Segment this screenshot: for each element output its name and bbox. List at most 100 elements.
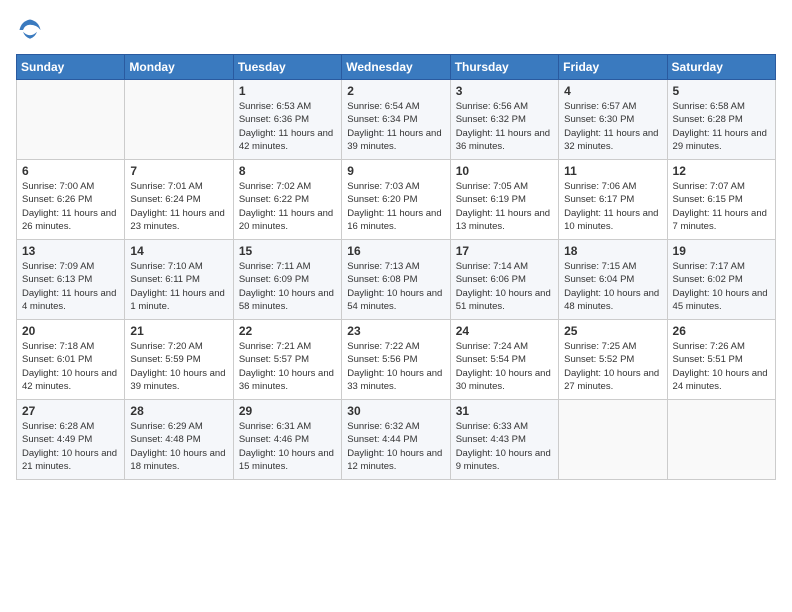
- day-info: Sunrise: 7:10 AM Sunset: 6:11 PM Dayligh…: [130, 260, 227, 313]
- logo: [16, 16, 48, 44]
- day-number: 10: [456, 164, 553, 178]
- calendar-cell: 22 Sunrise: 7:21 AM Sunset: 5:57 PM Dayli…: [233, 320, 341, 400]
- day-number: 12: [673, 164, 770, 178]
- day-number: 20: [22, 324, 119, 338]
- day-number: 3: [456, 84, 553, 98]
- calendar-cell: 9Sunrise: 7:03 AM Sunset: 6:20 PM Daylig…: [342, 160, 450, 240]
- day-info: Sunrise: 7:26 AM Sunset: 5:51 PM Dayligh…: [673, 340, 770, 393]
- week-row-3: 13 Sunrise: 7:09 AM Sunset: 6:13 PM Dayli…: [17, 240, 776, 320]
- day-number: 24: [456, 324, 553, 338]
- calendar-cell: 19Sunrise: 7:17 AM Sunset: 6:02 PM Dayli…: [667, 240, 775, 320]
- calendar-cell: 30 Sunrise: 6:32 AM Sunset: 4:44 PM Dayli…: [342, 400, 450, 480]
- day-info: Sunrise: 7:05 AM Sunset: 6:19 PM Dayligh…: [456, 180, 553, 233]
- day-number: 25: [564, 324, 661, 338]
- calendar-table: SundayMondayTuesdayWednesdayThursdayFrid…: [16, 54, 776, 480]
- day-info: Sunrise: 7:18 AM Sunset: 6:01 PM Dayligh…: [22, 340, 119, 393]
- calendar-cell: 28Sunrise: 6:29 AM Sunset: 4:48 PM Dayli…: [125, 400, 233, 480]
- calendar-cell: 1 Sunrise: 6:53 AM Sunset: 6:36 PM Daylig…: [233, 80, 341, 160]
- day-number: 27: [22, 404, 119, 418]
- day-info: Sunrise: 7:07 AM Sunset: 6:15 PM Dayligh…: [673, 180, 770, 233]
- logo-icon: [16, 16, 44, 44]
- day-info: Sunrise: 6:57 AM Sunset: 6:30 PM Dayligh…: [564, 100, 661, 153]
- day-number: 16: [347, 244, 444, 258]
- day-number: 21: [130, 324, 227, 338]
- day-number: 14: [130, 244, 227, 258]
- day-info: Sunrise: 7:21 AM Sunset: 5:57 PM Dayligh…: [239, 340, 336, 393]
- day-info: Sunrise: 7:24 AM Sunset: 5:54 PM Dayligh…: [456, 340, 553, 393]
- day-header-friday: Friday: [559, 55, 667, 80]
- day-number: 17: [456, 244, 553, 258]
- calendar-cell: 6 Sunrise: 7:00 AM Sunset: 6:26 PM Daylig…: [17, 160, 125, 240]
- day-number: 22: [239, 324, 336, 338]
- day-number: 11: [564, 164, 661, 178]
- day-info: Sunrise: 7:00 AM Sunset: 6:26 PM Dayligh…: [22, 180, 119, 233]
- day-number: 31: [456, 404, 553, 418]
- week-row-5: 27 Sunrise: 6:28 AM Sunset: 4:49 PM Dayli…: [17, 400, 776, 480]
- day-info: Sunrise: 7:11 AM Sunset: 6:09 PM Dayligh…: [239, 260, 336, 313]
- day-info: Sunrise: 7:03 AM Sunset: 6:20 PM Dayligh…: [347, 180, 444, 233]
- day-header-sunday: Sunday: [17, 55, 125, 80]
- day-info: Sunrise: 7:15 AM Sunset: 6:04 PM Dayligh…: [564, 260, 661, 313]
- day-info: Sunrise: 6:56 AM Sunset: 6:32 PM Dayligh…: [456, 100, 553, 153]
- calendar-cell: 12 Sunrise: 7:07 AM Sunset: 6:15 PM Dayli…: [667, 160, 775, 240]
- calendar-cell: 31 Sunrise: 6:33 AM Sunset: 4:43 PM Dayli…: [450, 400, 558, 480]
- day-header-thursday: Thursday: [450, 55, 558, 80]
- day-info: Sunrise: 7:02 AM Sunset: 6:22 PM Dayligh…: [239, 180, 336, 233]
- calendar-cell: [125, 80, 233, 160]
- calendar-cell: 24 Sunrise: 7:24 AM Sunset: 5:54 PM Dayli…: [450, 320, 558, 400]
- day-number: 5: [673, 84, 770, 98]
- day-number: 29: [239, 404, 336, 418]
- day-info: Sunrise: 7:01 AM Sunset: 6:24 PM Dayligh…: [130, 180, 227, 233]
- day-number: 30: [347, 404, 444, 418]
- day-info: Sunrise: 7:20 AM Sunset: 5:59 PM Dayligh…: [130, 340, 227, 393]
- calendar-cell: 5 Sunrise: 6:58 AM Sunset: 6:28 PM Daylig…: [667, 80, 775, 160]
- calendar-cell: 17Sunrise: 7:14 AM Sunset: 6:06 PM Dayli…: [450, 240, 558, 320]
- calendar-cell: 8 Sunrise: 7:02 AM Sunset: 6:22 PM Daylig…: [233, 160, 341, 240]
- calendar-cell: 21 Sunrise: 7:20 AM Sunset: 5:59 PM Dayli…: [125, 320, 233, 400]
- calendar-cell: 11 Sunrise: 7:06 AM Sunset: 6:17 PM Dayli…: [559, 160, 667, 240]
- day-info: Sunrise: 7:06 AM Sunset: 6:17 PM Dayligh…: [564, 180, 661, 233]
- calendar-cell: 13 Sunrise: 7:09 AM Sunset: 6:13 PM Dayli…: [17, 240, 125, 320]
- day-number: 2: [347, 84, 444, 98]
- day-number: 15: [239, 244, 336, 258]
- day-info: Sunrise: 6:31 AM Sunset: 4:46 PM Dayligh…: [239, 420, 336, 473]
- calendar-cell: 16 Sunrise: 7:13 AM Sunset: 6:08 PM Dayli…: [342, 240, 450, 320]
- calendar-cell: 15 Sunrise: 7:11 AM Sunset: 6:09 PM Dayli…: [233, 240, 341, 320]
- day-info: Sunrise: 6:53 AM Sunset: 6:36 PM Dayligh…: [239, 100, 336, 153]
- day-info: Sunrise: 7:17 AM Sunset: 6:02 PM Dayligh…: [673, 260, 770, 313]
- week-row-4: 20 Sunrise: 7:18 AM Sunset: 6:01 PM Dayli…: [17, 320, 776, 400]
- week-row-1: 1 Sunrise: 6:53 AM Sunset: 6:36 PM Daylig…: [17, 80, 776, 160]
- calendar-cell: 20 Sunrise: 7:18 AM Sunset: 6:01 PM Dayli…: [17, 320, 125, 400]
- day-header-saturday: Saturday: [667, 55, 775, 80]
- day-info: Sunrise: 6:28 AM Sunset: 4:49 PM Dayligh…: [22, 420, 119, 473]
- day-info: Sunrise: 7:09 AM Sunset: 6:13 PM Dayligh…: [22, 260, 119, 313]
- day-header-tuesday: Tuesday: [233, 55, 341, 80]
- day-number: 8: [239, 164, 336, 178]
- day-number: 23: [347, 324, 444, 338]
- calendar-cell: 10 Sunrise: 7:05 AM Sunset: 6:19 PM Dayli…: [450, 160, 558, 240]
- day-header-monday: Monday: [125, 55, 233, 80]
- calendar-cell: 25 Sunrise: 7:25 AM Sunset: 5:52 PM Dayli…: [559, 320, 667, 400]
- calendar-cell: 2 Sunrise: 6:54 AM Sunset: 6:34 PM Daylig…: [342, 80, 450, 160]
- day-info: Sunrise: 7:25 AM Sunset: 5:52 PM Dayligh…: [564, 340, 661, 393]
- day-number: 6: [22, 164, 119, 178]
- calendar-cell: 7Sunrise: 7:01 AM Sunset: 6:24 PM Daylig…: [125, 160, 233, 240]
- calendar-cell: [559, 400, 667, 480]
- day-header-wednesday: Wednesday: [342, 55, 450, 80]
- calendar-cell: 18 Sunrise: 7:15 AM Sunset: 6:04 PM Dayli…: [559, 240, 667, 320]
- calendar-cell: 23Sunrise: 7:22 AM Sunset: 5:56 PM Dayli…: [342, 320, 450, 400]
- calendar-cell: 29 Sunrise: 6:31 AM Sunset: 4:46 PM Dayli…: [233, 400, 341, 480]
- day-info: Sunrise: 6:32 AM Sunset: 4:44 PM Dayligh…: [347, 420, 444, 473]
- day-number: 1: [239, 84, 336, 98]
- day-number: 13: [22, 244, 119, 258]
- day-info: Sunrise: 6:33 AM Sunset: 4:43 PM Dayligh…: [456, 420, 553, 473]
- day-info: Sunrise: 7:13 AM Sunset: 6:08 PM Dayligh…: [347, 260, 444, 313]
- calendar-cell: 4Sunrise: 6:57 AM Sunset: 6:30 PM Daylig…: [559, 80, 667, 160]
- calendar-cell: 26Sunrise: 7:26 AM Sunset: 5:51 PM Dayli…: [667, 320, 775, 400]
- day-info: Sunrise: 6:29 AM Sunset: 4:48 PM Dayligh…: [130, 420, 227, 473]
- page-header: [16, 16, 776, 44]
- day-number: 18: [564, 244, 661, 258]
- day-info: Sunrise: 6:54 AM Sunset: 6:34 PM Dayligh…: [347, 100, 444, 153]
- day-info: Sunrise: 6:58 AM Sunset: 6:28 PM Dayligh…: [673, 100, 770, 153]
- calendar-cell: 27 Sunrise: 6:28 AM Sunset: 4:49 PM Dayli…: [17, 400, 125, 480]
